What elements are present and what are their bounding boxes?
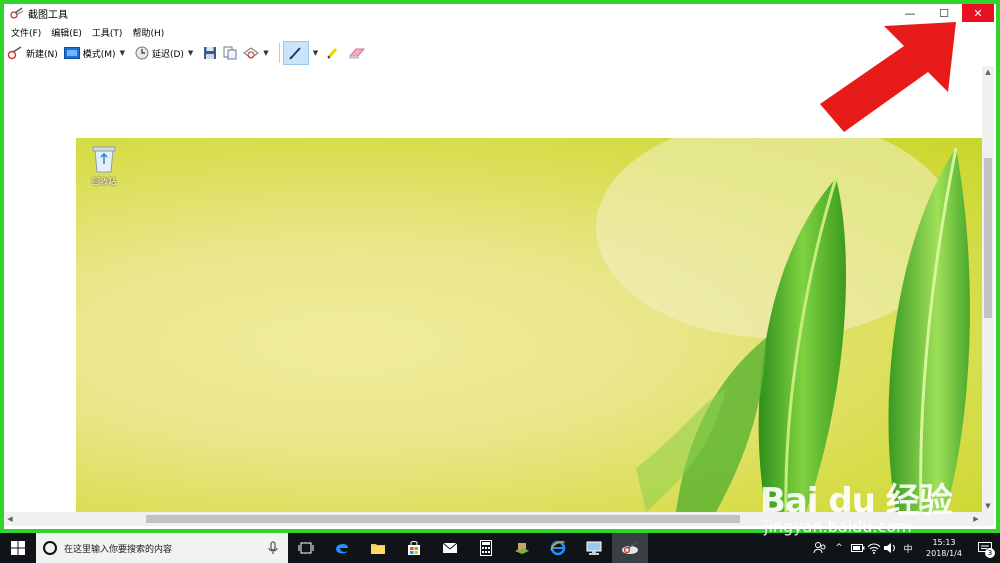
horizontal-scroll-thumb[interactable]: [146, 515, 740, 523]
send-dropdown-icon[interactable]: ▼: [263, 49, 268, 57]
task-view-button[interactable]: [288, 533, 324, 563]
scroll-up-icon[interactable]: ▲: [982, 66, 994, 78]
watermark-brand: Bai du 经验: [760, 481, 953, 521]
annotation-arrow-icon: [820, 22, 956, 132]
copy-button[interactable]: [220, 42, 240, 64]
toolbar-separator: [278, 43, 280, 63]
scroll-down-icon[interactable]: ▼: [982, 500, 994, 512]
highlighter-icon: [327, 48, 338, 59]
scroll-corner: [982, 512, 994, 526]
menu-tools[interactable]: 工具(T): [92, 26, 123, 39]
mode-button[interactable]: 模式(M) ▼: [61, 42, 132, 64]
eraser-icon: [348, 48, 366, 59]
save-button[interactable]: [200, 42, 220, 64]
screenshot-root: 截图工具 — ☐ ✕ 文件(F) 编辑(E) 工具(T) 帮助(H) 新建(N)…: [0, 0, 1000, 563]
edge-taskbar-button[interactable]: [324, 533, 360, 563]
folder-icon: [371, 544, 385, 554]
action-center-button[interactable]: 3: [970, 533, 1000, 563]
delay-button[interactable]: 延迟(D) ▼: [132, 42, 200, 64]
notification-count-badge: 3: [985, 548, 995, 558]
copy-icon: [223, 46, 237, 60]
pen-button[interactable]: [282, 41, 309, 65]
snipping-tool-taskbar-button[interactable]: [612, 533, 648, 563]
menu-help[interactable]: 帮助(H): [132, 26, 164, 39]
network-computer-icon: [586, 541, 602, 555]
snipping-tool-taskbar-icon: [622, 541, 638, 554]
internet-explorer-icon: [550, 540, 566, 556]
highlighter-button[interactable]: [322, 42, 344, 64]
recycle-bin-shortcut[interactable]: 回收站: [84, 144, 124, 187]
store-bag-icon: [408, 541, 420, 555]
windows-logo-icon: [11, 541, 25, 555]
cortana-icon: [43, 541, 57, 555]
calculator-icon: [480, 540, 492, 556]
microphone-icon[interactable]: [268, 541, 278, 555]
new-snip-label: 新建(N): [26, 49, 58, 60]
new-snip-icon: [7, 46, 23, 60]
pen-dropdown-icon[interactable]: ▼: [313, 49, 318, 57]
new-snip-button[interactable]: 新建(N): [4, 42, 61, 64]
mail-icon: [442, 542, 458, 553]
window-title: 截图工具: [28, 9, 68, 21]
send-icon: [243, 47, 260, 59]
network-app-taskbar-button[interactable]: [576, 533, 612, 563]
mode-dropdown-icon[interactable]: ▼: [120, 49, 125, 57]
close-button[interactable]: ✕: [962, 4, 994, 22]
edge-icon: [336, 543, 348, 554]
scroll-right-icon[interactable]: ▶: [970, 512, 982, 526]
mode-label: 模式(M): [82, 49, 116, 60]
baidu-jingyan-watermark: Bai du 经验 jingyan.baidu.com: [760, 455, 960, 545]
send-snip-button[interactable]: ▼: [240, 42, 275, 64]
vertical-scroll-thumb[interactable]: [984, 158, 992, 318]
scroll-left-icon[interactable]: ◀: [4, 512, 16, 526]
delay-label: 延迟(D): [151, 49, 184, 60]
pen-icon: [289, 47, 301, 60]
snipping-tool-icon: [10, 6, 24, 20]
app-taskbar-button[interactable]: [504, 533, 540, 563]
taskbar-search-box[interactable]: 在这里输入你要搜索的内容: [36, 533, 288, 563]
delay-dropdown-icon[interactable]: ▼: [188, 49, 193, 57]
vertical-scrollbar[interactable]: ▲ ▼: [982, 66, 994, 512]
save-icon: [204, 47, 217, 59]
recycle-bin-icon: [92, 146, 116, 173]
menu-file[interactable]: 文件(F): [11, 26, 41, 39]
task-view-icon: [298, 542, 314, 554]
start-button[interactable]: [0, 533, 36, 563]
mode-icon: [63, 47, 80, 59]
file-explorer-taskbar-button[interactable]: [360, 533, 396, 563]
menu-edit[interactable]: 编辑(E): [51, 26, 82, 39]
clock-date: 2018/1/4: [926, 549, 962, 558]
recycle-bin-label: 回收站: [92, 177, 116, 186]
app-tray-icon: [515, 543, 529, 554]
calculator-taskbar-button[interactable]: [468, 533, 504, 563]
mail-taskbar-button[interactable]: [432, 533, 468, 563]
clock-icon: [135, 46, 149, 60]
store-taskbar-button[interactable]: [396, 533, 432, 563]
search-placeholder: 在这里输入你要搜索的内容: [64, 544, 173, 555]
internet-explorer-taskbar-button[interactable]: [540, 533, 576, 563]
watermark-url: jingyan.baidu.com: [764, 517, 912, 536]
eraser-button[interactable]: [344, 42, 368, 64]
